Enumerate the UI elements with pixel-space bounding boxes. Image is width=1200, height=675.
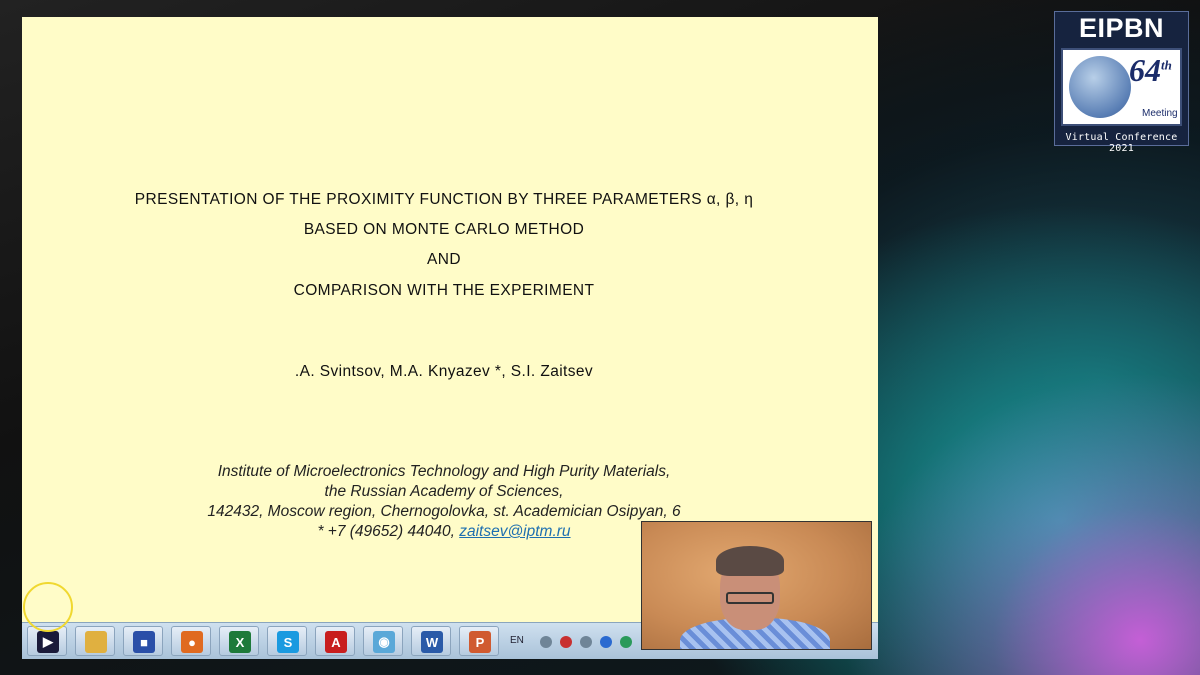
firefox-icon: ● (181, 631, 203, 653)
presenter-hair (716, 546, 784, 576)
affiliation-line-2: the Russian Academy of Sciences, (324, 483, 564, 500)
floppy-save-icon: ■ (133, 631, 155, 653)
logo-footer: Virtual Conference 2021 (1065, 132, 1178, 154)
logo-meeting-label: Meeting (1142, 108, 1178, 119)
powerpoint-icon: P (469, 631, 491, 653)
slide-title-line-4: COMPARISON WITH THE EXPERIMENT (293, 282, 595, 299)
affiliation-line-3: 142432, Moscow region, Chernogolovka, st… (207, 503, 681, 520)
contact-email-link[interactable]: zaitsev@iptm.ru (459, 523, 570, 540)
slide-title-line-3: AND (427, 251, 461, 268)
taskbar-app-button[interactable]: ■ (123, 626, 163, 656)
skype-icon: S (277, 631, 299, 653)
logo-monitor: 64th Meeting (1061, 48, 1182, 126)
taskbar-app-button[interactable] (75, 626, 115, 656)
tray-icon[interactable] (600, 636, 612, 648)
cursor-highlight-ring (23, 582, 73, 632)
taskbar-app-button[interactable]: S (267, 626, 307, 656)
taskbar-app-button[interactable]: P (459, 626, 499, 656)
taskbar-app-button[interactable]: W (411, 626, 451, 656)
logo-title: EIPBN (1078, 13, 1165, 43)
file-explorer-icon (85, 631, 107, 653)
taskbar-app-button[interactable]: X (219, 626, 259, 656)
logo-meeting-number: 64th (1129, 52, 1172, 88)
language-indicator[interactable]: EN (510, 635, 524, 646)
affiliation-line-1: Institute of Microelectronics Technology… (217, 463, 671, 480)
media-player-icon: ▶ (37, 631, 59, 653)
disc-icon: ◉ (373, 631, 395, 653)
taskbar-app-button[interactable]: ● (171, 626, 211, 656)
presenter-glasses (726, 592, 774, 604)
slide-title-line-1: PRESENTATION OF THE PROXIMITY FUNCTION B… (134, 191, 754, 208)
word-icon: W (421, 631, 443, 653)
contact-phone: * +7 (49652) 44040, (317, 523, 460, 540)
globe-icon (1069, 56, 1131, 118)
taskbar-app-button[interactable]: ◉ (363, 626, 403, 656)
tray-icon[interactable] (560, 636, 572, 648)
taskbar-app-button[interactable]: A (315, 626, 355, 656)
webcam-video (641, 521, 872, 650)
excel-icon: X (229, 631, 251, 653)
eipbn-logo: EIPBN 64th Meeting Virtual Conference 20… (1054, 11, 1189, 154)
slide-title-line-2: BASED ON MONTE CARLO METHOD (303, 221, 585, 238)
tray-icon[interactable] (540, 636, 552, 648)
tray-icon[interactable] (580, 636, 592, 648)
slide-authors: .A. Svintsov, M.A. Knyazev *, S.I. Zaits… (294, 363, 594, 380)
tray-icon[interactable] (620, 636, 632, 648)
acrobat-icon: A (325, 631, 347, 653)
